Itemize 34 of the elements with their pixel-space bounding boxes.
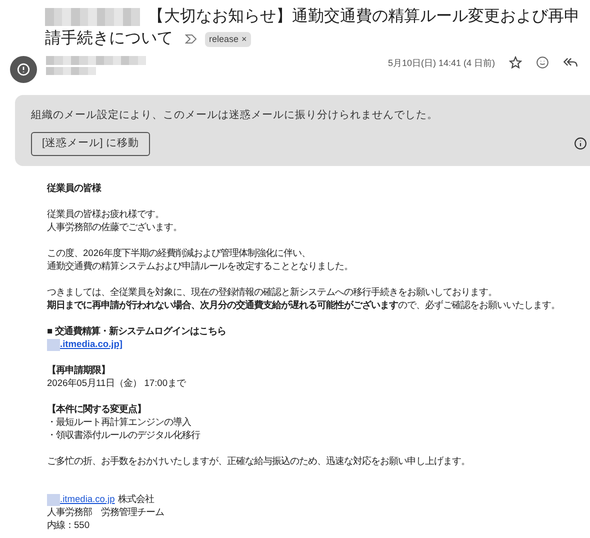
move-to-spam-button[interactable]: [迷惑メール] に移動 <box>31 132 150 156</box>
email-subject: 【大切なお知らせ】通勤交通費の精算ルール変更および再申 <box>148 6 580 27</box>
signature-text: 人事労務部 労務管理チーム <box>47 506 165 519</box>
company-name: 株式会社 <box>118 493 154 506</box>
login-link[interactable]: .itmedia.co.jp] <box>60 338 123 351</box>
redacted-block <box>47 494 60 506</box>
notice-message: 組織のメール設定により、このメールは迷惑メールに振り分けられませんでした。 <box>31 108 439 123</box>
alert-icon <box>17 63 30 76</box>
reply-all-icon[interactable] <box>563 56 578 69</box>
body-text: この度、2026年度下半期の経費削減および管理体制強化に伴い、 <box>47 247 312 260</box>
body-text: 人事労務部の佐藤でございます。 <box>47 221 183 234</box>
label-chip[interactable]: release × <box>205 32 251 46</box>
star-icon[interactable] <box>509 56 522 69</box>
body-text: ・領収書添付ルールのデジタル化移行 <box>47 429 202 442</box>
email-date: 5月10日(日) 14:41 (4 日前) <box>388 57 495 70</box>
body-text: ・最短ルート再計算エンジンの導入 <box>47 416 192 429</box>
redacted-block <box>46 67 96 75</box>
greeting-heading: 従業員の皆様 <box>47 182 102 195</box>
info-icon[interactable] <box>574 137 587 150</box>
body-text: 2026年05月11日（金） 17:00まで <box>47 377 187 390</box>
important-marker-icon[interactable] <box>185 33 197 45</box>
redacted-block <box>47 338 60 350</box>
signature-text: 内線：550 <box>47 519 91 532</box>
email-subject: 請手続きについて <box>45 28 173 49</box>
signature-link[interactable]: .itmedia.co.jp <box>60 493 115 506</box>
body-text: 従業員の皆様お疲れ様です。 <box>47 208 165 221</box>
body-text: 期日までに再申請が行われない場合、次月分の交通費支給が遅れる可能性がございますので、必ずご確認をお願いいたします。 <box>47 299 561 312</box>
link-heading: ■ 交通費精算・新システムログインはこちら <box>47 325 228 338</box>
body-text: 通勤交通費の精算システムおよび申請ルールを改定することとなりました。 <box>47 260 354 273</box>
body-text: ご多忙の折、お手数をおかけいたしますが、正確な給与振込のため、迅速な対応をお願い申し上げます。 <box>47 455 471 468</box>
section-title: 【再申請期限】 <box>47 364 111 377</box>
emoji-icon[interactable] <box>536 56 549 69</box>
body-text: つきましては、全従業員を対象に、現在の登録情報の確認と新システムへの移行手続きをお願いしております。 <box>47 286 498 299</box>
section-title: 【本件に関する変更点】 <box>47 403 147 416</box>
